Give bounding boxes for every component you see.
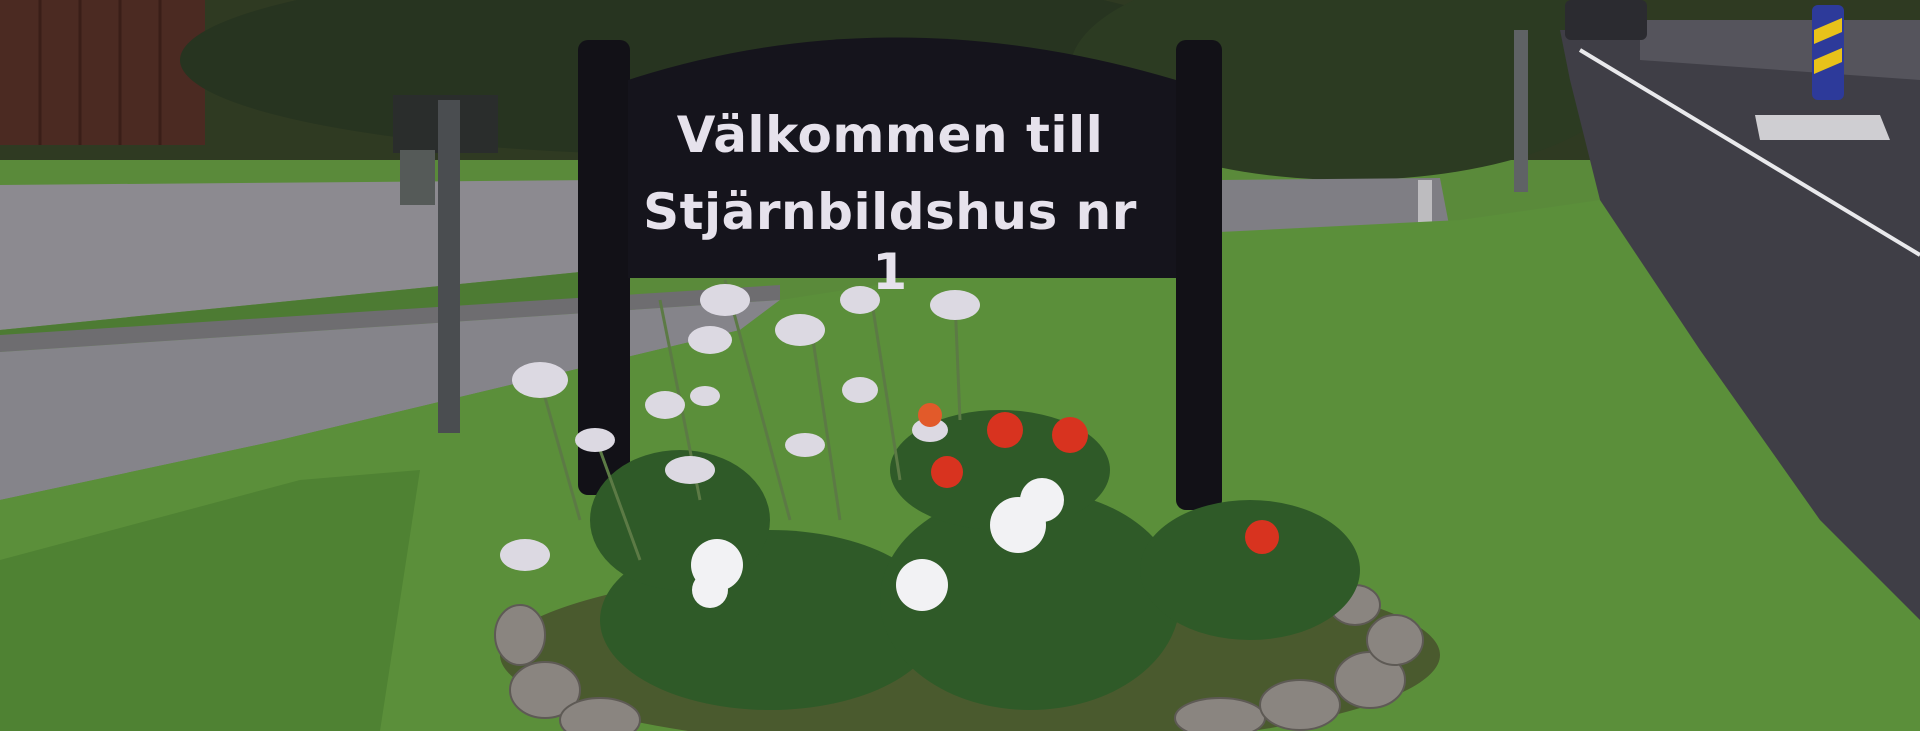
sign-title-line2: Stjärnbildshus nr 1 (643, 183, 1137, 301)
mailbox-stand (400, 150, 435, 205)
fence (0, 0, 205, 145)
sign-post-right (1176, 40, 1222, 510)
mailbox-post (438, 100, 460, 433)
pole (1514, 30, 1528, 192)
sign-title-line1: Välkommen till (676, 106, 1104, 164)
car (1565, 0, 1647, 40)
traffic-island (1755, 115, 1890, 140)
